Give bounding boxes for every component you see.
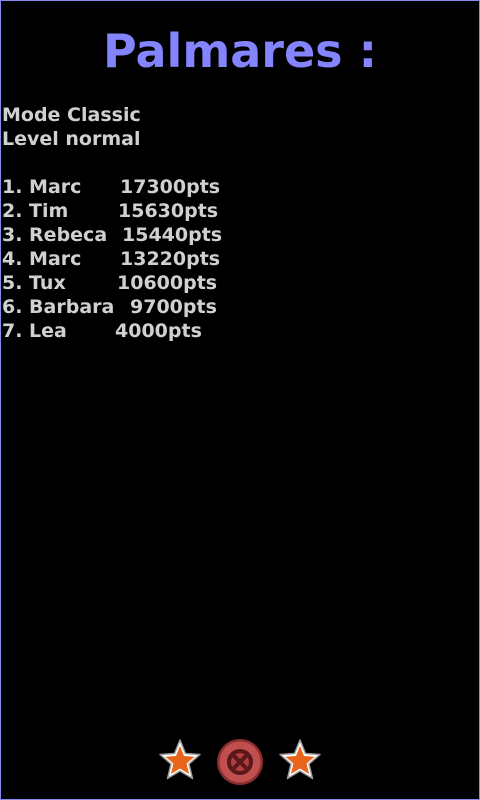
level-label: Level normal bbox=[2, 128, 141, 150]
mode-label: Mode Classic bbox=[2, 104, 141, 126]
score-rank-name: 5. Tux bbox=[2, 272, 66, 294]
score-rank-name: 2. Tim bbox=[2, 200, 69, 222]
score-rank-name: 6. Barbara bbox=[2, 296, 115, 318]
score-row: 7. Lea 4000pts bbox=[2, 319, 202, 343]
score-list: 1. Marc 17300pts 2. Tim 15630pts 3. Rebe… bbox=[2, 175, 222, 343]
score-row: 6. Barbara 9700pts bbox=[2, 295, 217, 319]
highscores-screen: Palmares : Mode Classic Level normal 1. M… bbox=[0, 0, 480, 800]
score-points: 17300pts bbox=[120, 176, 221, 198]
score-points: 15440pts bbox=[122, 224, 223, 246]
score-rank-name: 1. Marc bbox=[2, 176, 82, 198]
score-row: 1. Marc 17300pts bbox=[2, 175, 220, 199]
close-icon[interactable] bbox=[216, 736, 264, 788]
score-rank-name: 7. Lea bbox=[2, 320, 67, 342]
score-rank-name: 4. Marc bbox=[2, 248, 82, 270]
bottom-toolbar bbox=[1, 736, 479, 788]
score-row: 3. Rebeca 15440pts bbox=[2, 223, 222, 247]
star-icon[interactable] bbox=[276, 736, 324, 788]
page-title: Palmares : bbox=[103, 24, 377, 78]
star-icon[interactable] bbox=[156, 736, 204, 788]
score-points: 9700pts bbox=[130, 296, 217, 318]
score-points: 15630pts bbox=[118, 200, 219, 222]
game-info: Mode Classic Level normal bbox=[2, 103, 141, 151]
score-points: 13220pts bbox=[120, 248, 221, 270]
score-points: 4000pts bbox=[115, 320, 202, 342]
score-row: 2. Tim 15630pts bbox=[2, 199, 218, 223]
score-rank-name: 3. Rebeca bbox=[2, 224, 108, 246]
score-row: 4. Marc 13220pts bbox=[2, 247, 220, 271]
score-points: 10600pts bbox=[117, 272, 218, 294]
score-row: 5. Tux 10600pts bbox=[2, 271, 217, 295]
